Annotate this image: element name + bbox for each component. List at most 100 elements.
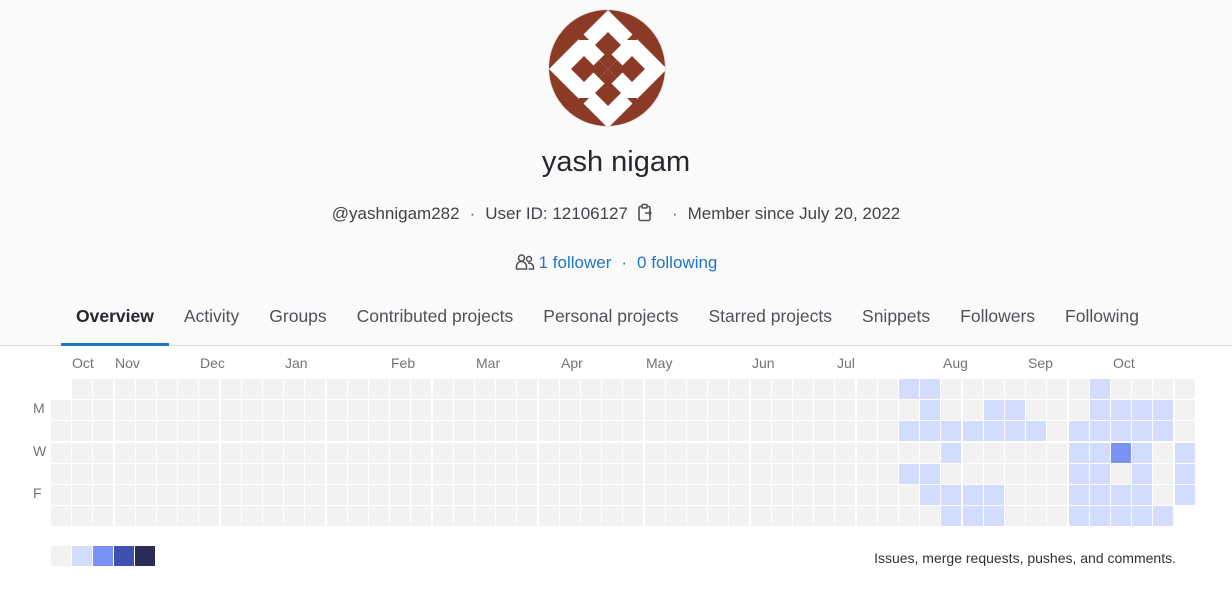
calendar-day-cell[interactable] <box>814 379 835 399</box>
calendar-day-cell[interactable] <box>962 463 983 484</box>
calendar-day-cell[interactable] <box>72 400 93 421</box>
calendar-day-cell[interactable] <box>284 442 305 463</box>
calendar-day-cell[interactable] <box>856 506 877 527</box>
calendar-day-cell[interactable] <box>411 463 432 484</box>
calendar-day-cell[interactable] <box>1068 400 1089 421</box>
calendar-day-cell[interactable] <box>199 400 220 421</box>
calendar-day-cell[interactable] <box>369 506 389 527</box>
calendar-day-cell[interactable] <box>1047 442 1068 463</box>
calendar-day-cell[interactable] <box>1047 379 1068 399</box>
calendar-day-cell[interactable] <box>835 400 856 421</box>
calendar-day-cell[interactable] <box>538 421 559 442</box>
calendar-day-cell[interactable] <box>496 463 517 484</box>
calendar-day-cell[interactable] <box>72 379 93 399</box>
calendar-day-cell[interactable] <box>1026 400 1047 421</box>
calendar-day-cell[interactable] <box>390 421 411 442</box>
calendar-day-cell[interactable] <box>432 485 453 505</box>
calendar-day-cell[interactable] <box>1089 506 1110 527</box>
calendar-day-cell[interactable] <box>241 421 262 442</box>
calendar-day-cell[interactable] <box>496 421 517 442</box>
calendar-day-cell[interactable] <box>729 485 750 505</box>
calendar-day-cell[interactable] <box>602 379 623 399</box>
calendar-day-cell[interactable] <box>93 463 114 484</box>
calendar-day-cell[interactable] <box>941 400 962 421</box>
calendar-day-cell[interactable] <box>93 442 114 463</box>
calendar-day-cell[interactable] <box>877 400 898 421</box>
calendar-day-cell[interactable] <box>962 400 983 421</box>
calendar-day-cell[interactable] <box>559 442 580 463</box>
calendar-day-cell[interactable] <box>93 421 114 442</box>
calendar-day-cell[interactable] <box>390 506 411 527</box>
calendar-day-cell[interactable] <box>1068 463 1089 484</box>
calendar-day-cell[interactable] <box>305 506 326 527</box>
calendar-day-cell[interactable] <box>1026 485 1047 505</box>
calendar-day-cell[interactable] <box>1026 379 1047 399</box>
calendar-day-cell[interactable] <box>347 485 368 505</box>
calendar-day-cell[interactable] <box>602 463 623 484</box>
calendar-day-cell[interactable] <box>920 506 941 527</box>
calendar-day-cell[interactable] <box>856 379 877 399</box>
calendar-day-cell[interactable] <box>1089 463 1110 484</box>
calendar-day-cell[interactable] <box>1153 379 1174 399</box>
calendar-day-cell[interactable] <box>178 400 199 421</box>
calendar-day-cell[interactable] <box>241 442 262 463</box>
calendar-day-cell[interactable] <box>178 379 199 399</box>
calendar-day-cell[interactable] <box>644 400 665 421</box>
user-avatar[interactable] <box>548 9 666 127</box>
calendar-day-cell[interactable] <box>1174 379 1195 399</box>
calendar-day-cell[interactable] <box>729 506 750 527</box>
calendar-day-cell[interactable] <box>623 379 644 399</box>
calendar-day-cell[interactable] <box>220 463 241 484</box>
calendar-day-cell[interactable] <box>581 485 601 505</box>
tab-contributed-projects[interactable]: Contributed projects <box>342 296 529 346</box>
calendar-day-cell[interactable] <box>750 485 771 505</box>
calendar-day-cell[interactable] <box>581 400 601 421</box>
calendar-day-cell[interactable] <box>559 485 580 505</box>
calendar-day-cell[interactable] <box>941 421 962 442</box>
calendar-day-cell[interactable] <box>411 421 432 442</box>
calendar-day-cell[interactable] <box>241 506 262 527</box>
calendar-day-cell[interactable] <box>496 400 517 421</box>
calendar-day-cell[interactable] <box>517 442 538 463</box>
calendar-day-cell[interactable] <box>793 400 813 421</box>
calendar-day-cell[interactable] <box>835 506 856 527</box>
calendar-day-cell[interactable] <box>1132 442 1153 463</box>
calendar-day-cell[interactable] <box>326 442 347 463</box>
calendar-day-cell[interactable] <box>114 442 135 463</box>
calendar-day-cell[interactable] <box>793 485 813 505</box>
calendar-day-cell[interactable] <box>453 421 474 442</box>
calendar-day-cell[interactable] <box>920 379 941 399</box>
calendar-day-cell[interactable] <box>644 379 665 399</box>
calendar-day-cell[interactable] <box>1005 421 1025 442</box>
calendar-day-cell[interactable] <box>369 442 389 463</box>
calendar-day-cell[interactable] <box>114 485 135 505</box>
calendar-day-cell[interactable] <box>665 485 686 505</box>
calendar-day-cell[interactable] <box>1153 506 1174 527</box>
calendar-day-cell[interactable] <box>1089 485 1110 505</box>
calendar-day-cell[interactable] <box>475 400 495 421</box>
calendar-day-cell[interactable] <box>687 442 707 463</box>
calendar-day-cell[interactable] <box>326 485 347 505</box>
calendar-day-cell[interactable] <box>687 506 707 527</box>
calendar-day-cell[interactable] <box>708 421 729 442</box>
calendar-day-cell[interactable] <box>729 463 750 484</box>
calendar-day-cell[interactable] <box>157 463 177 484</box>
calendar-day-cell[interactable] <box>581 442 601 463</box>
calendar-day-cell[interactable] <box>199 485 220 505</box>
calendar-day-cell[interactable] <box>517 421 538 442</box>
calendar-day-cell[interactable] <box>135 421 156 442</box>
calendar-day-cell[interactable] <box>941 506 962 527</box>
calendar-day-cell[interactable] <box>941 485 962 505</box>
calendar-day-cell[interactable] <box>602 442 623 463</box>
calendar-day-cell[interactable] <box>581 463 601 484</box>
calendar-day-cell[interactable] <box>1005 506 1025 527</box>
calendar-day-cell[interactable] <box>665 442 686 463</box>
calendar-day-cell[interactable] <box>135 442 156 463</box>
calendar-day-cell[interactable] <box>1068 421 1089 442</box>
calendar-day-cell[interactable] <box>263 485 283 505</box>
calendar-day-cell[interactable] <box>771 379 792 399</box>
calendar-day-cell[interactable] <box>1111 442 1131 463</box>
calendar-day-cell[interactable] <box>496 485 517 505</box>
calendar-day-cell[interactable] <box>793 463 813 484</box>
calendar-day-cell[interactable] <box>72 485 93 505</box>
